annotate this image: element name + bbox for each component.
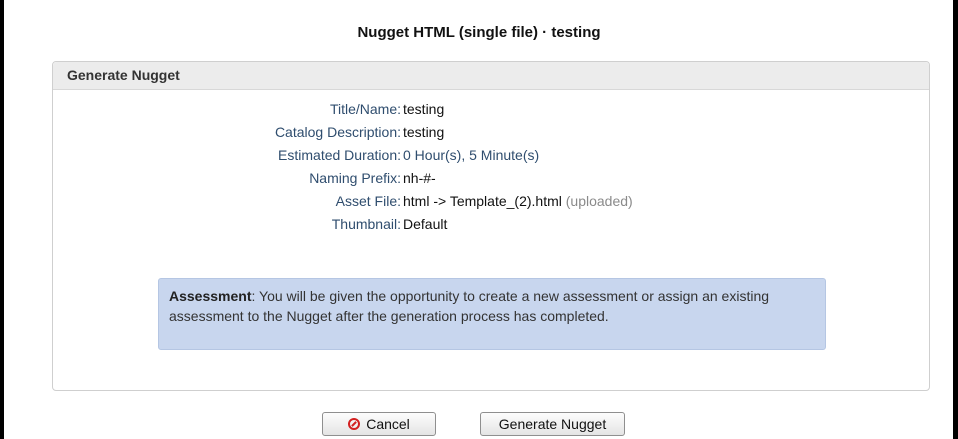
panel-header: Generate Nugget: [53, 62, 929, 90]
generate-nugget-button[interactable]: Generate Nugget: [480, 412, 625, 436]
detail-row-catalog-description: Catalog Description: testing: [53, 121, 929, 144]
estimated-duration-label: Estimated Duration:: [278, 147, 401, 163]
title-label: Title/Name:: [329, 101, 401, 117]
asset-file-value: html -> Template_(2).html: [403, 193, 562, 209]
thumbnail-value: Default: [403, 216, 448, 232]
detail-row-estimated-duration: Estimated Duration: 0 Hour(s), 5 Minute(…: [53, 144, 929, 167]
asset-file-value-wrap: html -> Template_(2).html (uploaded): [403, 190, 633, 213]
asset-file-status: (uploaded): [565, 193, 633, 209]
cancel-circle-icon: [348, 418, 361, 430]
catalog-description-label: Catalog Description:: [274, 124, 401, 140]
thumbnail-label: Thumbnail:: [331, 216, 401, 232]
catalog-description-value: testing: [403, 124, 445, 140]
naming-prefix-label: Naming Prefix:: [309, 170, 401, 186]
nugget-details: Title/Name: testing Catalog Description:…: [53, 98, 929, 236]
assessment-notice-title: Assessment: [169, 288, 252, 304]
detail-row-thumbnail: Thumbnail: Default: [53, 213, 929, 236]
window-left-border: [0, 0, 4, 439]
generate-nugget-button-label: Generate Nugget: [498, 416, 607, 432]
generate-nugget-panel: Generate Nugget Title/Name: testing Cata…: [52, 61, 930, 391]
estimated-duration-value: 0 Hour(s), 5 Minute(s): [403, 147, 540, 163]
detail-row-asset-file: Asset File: html -> Template_(2).html (u…: [53, 190, 929, 213]
detail-row-title: Title/Name: testing: [53, 98, 929, 121]
dialog-title: Nugget HTML (single file) · testing: [357, 24, 601, 41]
window-right-border: [953, 0, 958, 439]
cancel-button-label: Cancel: [366, 416, 410, 432]
naming-prefix-value: nh-#-: [403, 170, 436, 186]
title-value: testing: [403, 101, 445, 117]
detail-row-naming-prefix: Naming Prefix: nh-#-: [53, 167, 929, 190]
assessment-notice: Assessment: You will be given the opport…: [158, 278, 826, 350]
asset-file-label: Asset File:: [335, 193, 401, 209]
assessment-notice-text: : You will be given the opportunity to c…: [169, 288, 770, 324]
cancel-button[interactable]: Cancel: [322, 412, 436, 436]
